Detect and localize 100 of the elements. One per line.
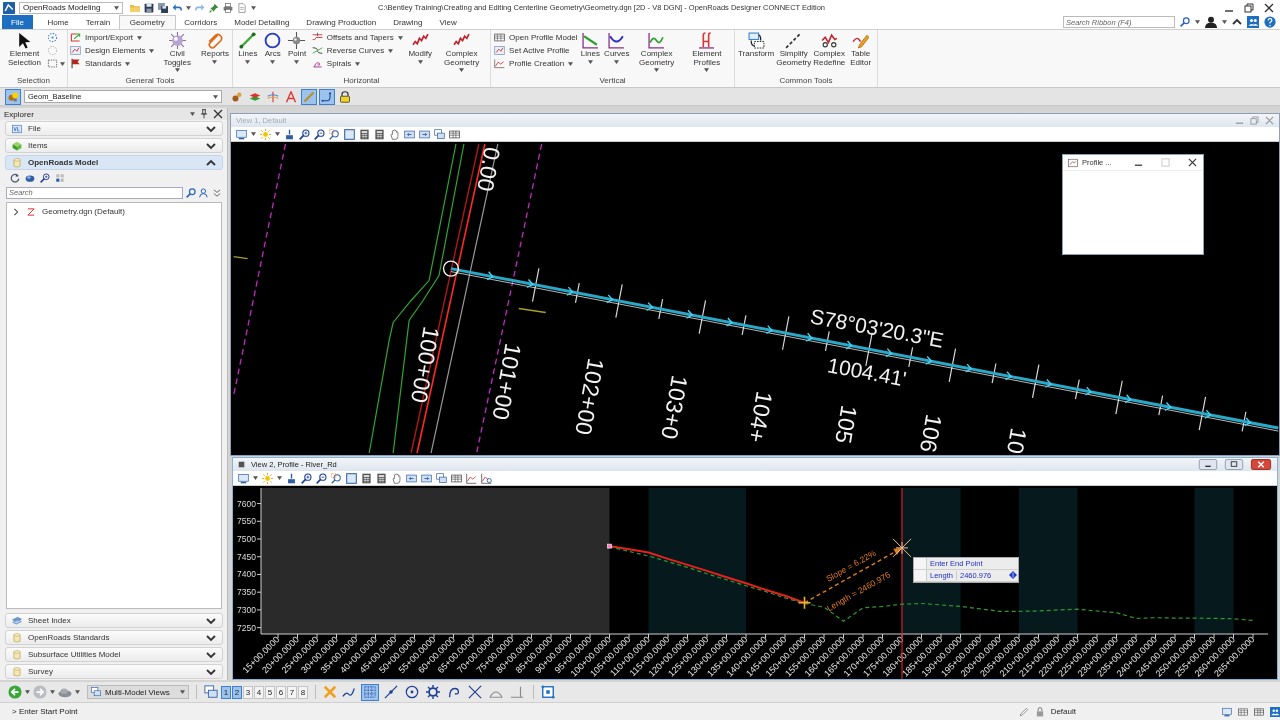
user-icon[interactable] xyxy=(1205,16,1217,28)
minimize-icon[interactable] xyxy=(1198,459,1218,470)
printer-icon[interactable] xyxy=(223,2,233,13)
tool-button[interactable]: Table Editor xyxy=(846,31,875,68)
ribbon-tab[interactable]: View xyxy=(431,15,466,29)
pushpin-icon[interactable] xyxy=(209,2,219,13)
caret-icon[interactable] xyxy=(251,132,256,136)
next-view-icon[interactable] xyxy=(421,472,432,484)
section-header[interactable]: Survey xyxy=(5,664,223,679)
view-number-button[interactable]: 5 xyxy=(265,685,275,699)
snap-button[interactable] xyxy=(361,683,379,701)
zoom-in-icon[interactable] xyxy=(301,472,312,484)
ribbon-tab[interactable]: Terrain xyxy=(77,15,119,29)
previous-view-icon[interactable] xyxy=(406,472,417,484)
snap-button[interactable] xyxy=(382,683,400,701)
brush-icon[interactable] xyxy=(284,128,295,140)
profile-chart-icon[interactable] xyxy=(481,472,492,484)
tool-button[interactable]: Profile Creation xyxy=(494,57,578,70)
fit-view-icon[interactable] xyxy=(344,128,355,140)
toggle-button[interactable] xyxy=(283,88,299,105)
zoom-out-icon[interactable] xyxy=(316,472,327,484)
squares-icon[interactable] xyxy=(55,173,65,183)
section-header[interactable]: File xyxy=(5,121,223,136)
section-header[interactable]: Subsurface Utilities Model xyxy=(5,647,223,662)
people-icon[interactable] xyxy=(1247,16,1259,28)
caret-icon[interactable] xyxy=(25,690,30,694)
people-icon[interactable] xyxy=(1270,706,1280,717)
calculator-icon[interactable] xyxy=(361,472,372,484)
section-header[interactable]: Sheet Index xyxy=(5,613,223,628)
tool-button[interactable]: Point xyxy=(286,31,308,65)
restore-icon[interactable] xyxy=(1224,459,1244,470)
diamond-icon[interactable] xyxy=(1009,571,1017,580)
ribbon-tab[interactable]: Model Detailing xyxy=(225,15,298,29)
caret-icon[interactable] xyxy=(1222,20,1227,24)
caret-icon[interactable] xyxy=(186,5,191,10)
profile-chart-icon[interactable] xyxy=(466,472,477,484)
ribbon-tab[interactable]: Geometry xyxy=(118,15,176,29)
windows-icon[interactable] xyxy=(434,128,445,140)
ribbon-tab[interactable]: Corridors xyxy=(175,15,226,29)
ribbon-tab[interactable]: Drawing Production xyxy=(297,15,385,29)
hand-icon[interactable] xyxy=(391,472,402,484)
zoom-area-icon[interactable] xyxy=(329,128,340,140)
tool-button[interactable]: Offsets and Tapers xyxy=(311,31,403,44)
status-field[interactable]: Default xyxy=(1050,707,1076,716)
calculator-icon[interactable] xyxy=(374,128,385,140)
snap-button[interactable] xyxy=(424,683,442,701)
view-set-dropdown[interactable]: Multi-Model Views xyxy=(87,685,189,699)
tool-button[interactable]: Design Elements xyxy=(70,44,155,57)
section-header[interactable]: OpenRoads Model xyxy=(5,155,223,170)
table-icon[interactable] xyxy=(451,472,462,484)
zoom-in-icon[interactable] xyxy=(299,128,310,140)
caret-icon[interactable] xyxy=(275,132,280,136)
grid-icon[interactable] xyxy=(1238,706,1248,717)
view-number-button[interactable]: 2 xyxy=(232,685,242,699)
pin-icon[interactable] xyxy=(199,109,209,119)
view-number-button[interactable]: 1 xyxy=(221,685,231,699)
tool-button[interactable]: Lines xyxy=(237,31,259,65)
view-number-button[interactable]: 6 xyxy=(276,685,286,699)
zoom-in-icon[interactable] xyxy=(40,173,50,183)
calculator-icon[interactable] xyxy=(376,472,387,484)
close-icon[interactable] xyxy=(1264,2,1274,13)
search-icon[interactable] xyxy=(1180,17,1190,27)
help-icon[interactable] xyxy=(1264,16,1276,28)
pencil-icon[interactable] xyxy=(1018,706,1029,717)
tool-button[interactable]: Simplify Geometry xyxy=(775,31,813,68)
caret-icon[interactable] xyxy=(1195,20,1200,24)
tool-button[interactable]: Lines xyxy=(579,31,601,65)
calculator-icon[interactable] xyxy=(359,128,370,140)
tool-button[interactable]: Open Profile Model xyxy=(494,31,578,44)
windows-icon[interactable] xyxy=(436,472,447,484)
previous-view-icon[interactable] xyxy=(404,128,415,140)
save-all-icon[interactable] xyxy=(158,2,168,13)
section-header[interactable]: Items xyxy=(5,138,223,153)
ribbon-tab[interactable]: Drawing xyxy=(384,15,431,29)
tool-button[interactable]: Standards xyxy=(70,57,155,70)
table-icon[interactable] xyxy=(1254,706,1264,717)
tool-button[interactable]: Complex Geometry xyxy=(437,31,486,73)
back-arrow-icon[interactable] xyxy=(8,685,22,699)
refresh-icon[interactable] xyxy=(10,173,20,183)
chevron-up-icon[interactable] xyxy=(1232,17,1242,27)
sphere-icon[interactable] xyxy=(25,173,35,183)
view-number-button[interactable]: 3 xyxy=(243,685,253,699)
monitor-icon[interactable] xyxy=(238,472,249,484)
tool-button[interactable]: Complex Redefine xyxy=(812,31,847,68)
caret-icon[interactable] xyxy=(75,690,80,694)
view-number-button[interactable]: 7 xyxy=(287,685,297,699)
ribbon-tab[interactable]: File xyxy=(2,15,33,29)
brush-icon[interactable] xyxy=(286,472,297,484)
tool-button[interactable] xyxy=(47,57,65,70)
save-icon[interactable] xyxy=(144,2,154,13)
tool-button[interactable]: Reverse Curves xyxy=(311,44,403,57)
tool-button[interactable]: Transform xyxy=(737,31,776,60)
double-chevron-icon[interactable] xyxy=(212,187,222,198)
tool-button[interactable]: Arcs xyxy=(263,31,283,65)
fit-view-icon[interactable] xyxy=(346,472,357,484)
fit-box-icon[interactable] xyxy=(541,685,555,699)
view-number-button[interactable]: 8 xyxy=(298,685,308,699)
next-view-icon[interactable] xyxy=(419,128,430,140)
tool-button[interactable]: Modify xyxy=(407,31,433,65)
section-header[interactable]: OpenRoads Standards xyxy=(5,630,223,645)
